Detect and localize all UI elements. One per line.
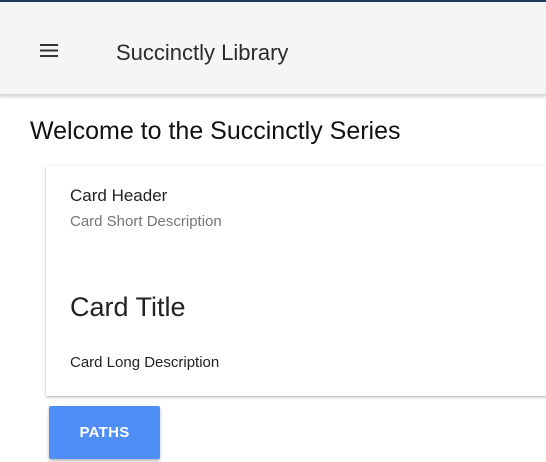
card-title: Card Title [70, 292, 186, 322]
app-bar: Succinctly Library [0, 2, 546, 95]
paths-button[interactable]: PATHS [49, 406, 160, 459]
hamburger-menu-icon [40, 44, 58, 57]
card-description: Card Long Description [70, 354, 220, 371]
card-header-title: Card Header [70, 186, 168, 205]
menu-button[interactable] [30, 32, 66, 68]
app-title: Succinctly Library [116, 40, 289, 65]
content-card: Card Header Card Short Description Card … [46, 166, 546, 396]
page-heading: Welcome to the Succinctly Series [30, 117, 401, 145]
app-page: Succinctly Library Welcome to the Succin… [0, 0, 546, 462]
card-header-subtitle: Card Short Description [70, 213, 222, 230]
